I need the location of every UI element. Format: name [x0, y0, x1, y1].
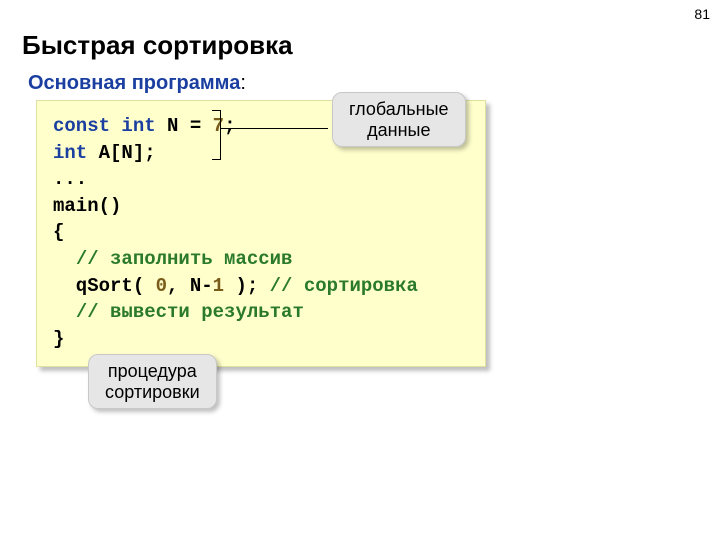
code-semi: ;: [224, 115, 235, 137]
subtitle-text: Основная программа: [28, 72, 240, 94]
code-l6i: [53, 248, 76, 270]
code-const: const: [53, 115, 121, 137]
code-l2rest: A[N];: [87, 142, 155, 164]
bracket-icon: [212, 110, 221, 160]
code-int: int: [121, 115, 155, 137]
code-l8i: [53, 301, 76, 323]
code-l5: {: [53, 221, 64, 243]
pointer-line: [220, 128, 328, 129]
code-l7z: 0: [156, 275, 167, 297]
code-l7close: );: [224, 275, 270, 297]
callout-line: сортировки: [105, 382, 200, 402]
code-eq: =: [178, 115, 212, 137]
callout-sort-procedure: процедура сортировки: [88, 354, 217, 409]
code-sp: [156, 115, 167, 137]
callout-line: глобальные: [349, 99, 449, 119]
code-l7c: // сортировка: [270, 275, 418, 297]
code-l3: ...: [53, 168, 87, 190]
callout-line: процедура: [108, 361, 197, 381]
code-int2: int: [53, 142, 87, 164]
code-l4: main(): [53, 195, 121, 217]
code-l6c: // заполнить массив: [76, 248, 293, 270]
code-l9: }: [53, 328, 64, 350]
page-title: Быстрая сортировка: [22, 30, 293, 61]
page-number: 81: [694, 6, 710, 22]
code-l8c: // вывести результат: [76, 301, 304, 323]
callout-global-data: глобальные данные: [332, 92, 466, 147]
callout-line: данные: [367, 120, 430, 140]
code-l7one: 1: [213, 275, 224, 297]
code-l7i: qSort(: [53, 275, 156, 297]
code-N: N: [167, 115, 178, 137]
subtitle: Основная программа:: [28, 72, 246, 95]
code-l7comma: , N-: [167, 275, 213, 297]
subtitle-colon: :: [240, 72, 246, 94]
